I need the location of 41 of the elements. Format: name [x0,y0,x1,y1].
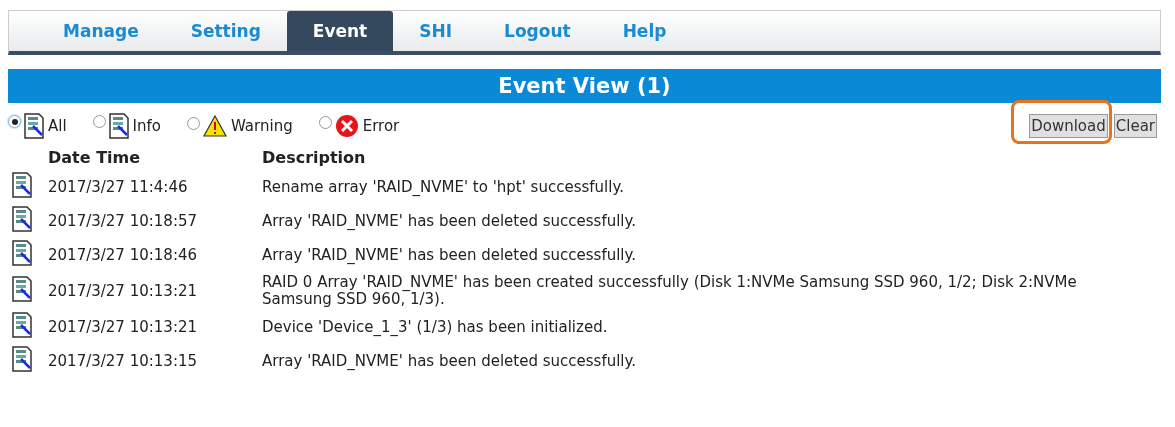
log-icon [12,312,32,338]
nav-tab[interactable]: Logout [478,11,597,51]
table-cell: 2017/3/27 10:13:21 [48,318,198,336]
log-icon [12,240,32,266]
nav-tab[interactable]: Event [286,11,394,51]
nav-tab[interactable]: SHI [393,11,479,51]
download-button[interactable]: Download [1029,114,1108,138]
table-cell-text: Device 'Device_1_3' (1/3) has been initialized. [262,318,609,336]
table-cell: 2017/3/27 10:18:57 [48,212,198,230]
clear-button[interactable]: Clear [1113,114,1157,138]
warning-icon [203,115,227,137]
table-cell: 2017/3/27 11:4:46 [48,178,188,196]
table-cell-text: RAID 0 Array 'RAID_NVME' has been created successfully (Disk 1:NVMe Samsung SSD 960, 1/2; Disk 2:NVMe Samsung SSD 960, 1/3). [262,274,1078,308]
table-cell: 2017/3/27 10:18:46 [48,246,198,264]
table-cell-text: Array 'RAID_NVME' has been deleted successfully. [262,212,638,230]
log-icon [12,206,32,232]
radio-button[interactable] [318,116,332,129]
log-icon [24,113,44,139]
table-cell-text: Array 'RAID_NVME' has been deleted successfully. [262,352,638,370]
table-cell-text: Array 'RAID_NVME' has been deleted successfully. [262,246,638,264]
table-cell: 2017/3/27 10:13:15 [48,352,198,370]
table-cell: 2017/3/27 10:13:21 [48,282,198,300]
radio-button[interactable] [187,117,200,130]
nav-tab[interactable]: Manage [37,11,165,51]
radio-button[interactable] [8,115,21,128]
column-header: Description [262,147,367,169]
nav-tab[interactable]: Setting [164,11,287,51]
column-header: Date Time [48,147,142,169]
table-cell-text: Rename array 'RAID_NVME' to 'hpt' successfully. [262,178,625,196]
filter-label: Warning [231,117,293,135]
log-icon [12,172,32,198]
title-bar: Event View (1) [8,69,1161,103]
filter-label: All [48,117,67,135]
log-icon [12,276,32,302]
filter-label: Info [132,117,161,135]
log-icon [12,346,32,372]
nav-tab[interactable]: Help [596,11,693,51]
radio-button[interactable] [92,115,106,128]
log-icon [108,113,129,139]
error-icon [334,114,359,138]
filter-label: Error [362,117,400,135]
